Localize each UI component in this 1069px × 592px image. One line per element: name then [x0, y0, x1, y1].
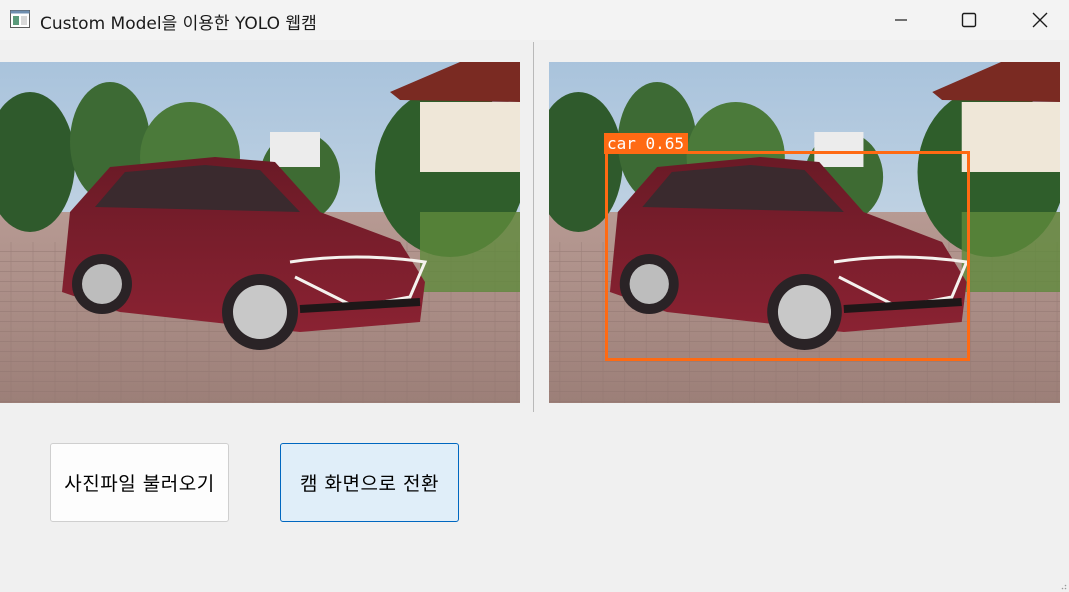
close-button[interactable]: [1017, 0, 1063, 40]
detection-bounding-box: [605, 151, 970, 361]
close-icon: [1032, 12, 1048, 28]
switch-to-cam-button[interactable]: 캠 화면으로 전환: [280, 443, 459, 522]
maximize-button[interactable]: [946, 0, 992, 40]
panel-divider: [533, 42, 534, 412]
car-photo: [0, 62, 520, 403]
title-bar: Custom Model을 이용한 YOLO 웹캠: [0, 0, 1069, 40]
detection-image-panel: car 0.65: [549, 62, 1060, 403]
minimize-button[interactable]: [878, 0, 924, 40]
minimize-icon: [895, 19, 907, 21]
original-image-panel: [0, 62, 520, 403]
maximize-icon: [961, 12, 977, 28]
resize-grip-icon[interactable]: [1059, 582, 1067, 590]
detection-label: car 0.65: [604, 133, 689, 154]
load-photo-button[interactable]: 사진파일 불러오기: [50, 443, 229, 522]
app-window-icon: [10, 10, 30, 28]
window-title: Custom Model을 이용한 YOLO 웹캠: [40, 14, 317, 34]
